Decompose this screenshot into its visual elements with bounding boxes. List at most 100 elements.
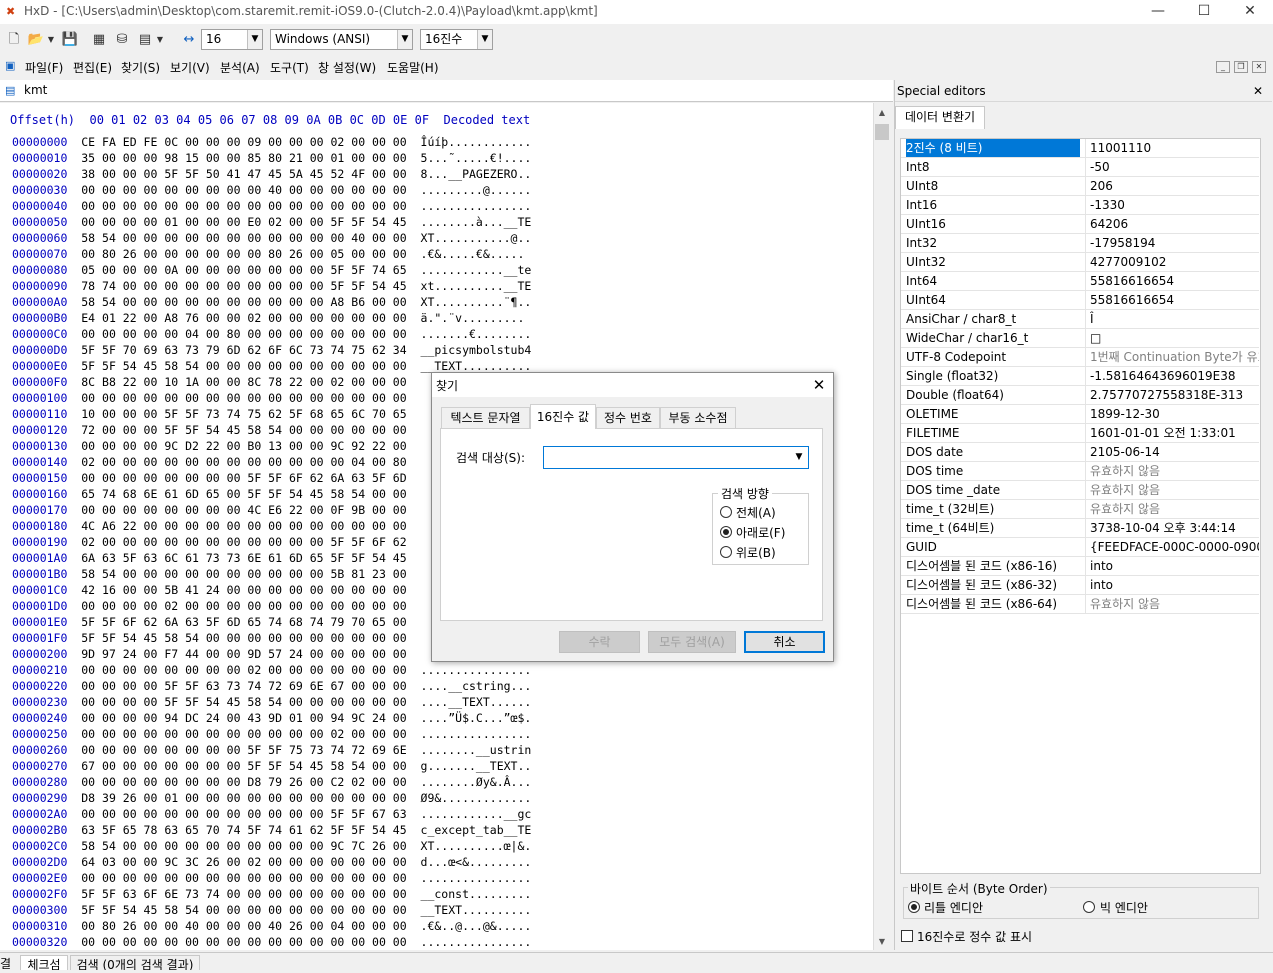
- hex-row-decoded[interactable]: .€&.....€&.....: [421, 247, 525, 261]
- menu-search[interactable]: 찾기(S): [121, 59, 160, 76]
- data-type-value[interactable]: -50: [1085, 158, 1259, 176]
- hex-row[interactable]: 000002A0 00 00 00 00 00 00 00 00 00 00 0…: [12, 806, 531, 822]
- hex-row[interactable]: 000002C0 58 54 00 00 00 00 00 00 00 00 0…: [12, 838, 531, 854]
- hex-row[interactable]: 000002F0 5F 5F 63 6F 6E 73 74 00 00 00 0…: [12, 886, 531, 902]
- open-disk-icon[interactable]: ⛁: [113, 31, 131, 49]
- hex-row-decoded[interactable]: ................: [421, 935, 532, 949]
- data-inspector-row[interactable]: FILETIME 1601-01-01 오전 1:33:01: [901, 424, 1259, 443]
- hex-row-bytes[interactable]: E4 01 22 00 A8 76 00 00 02 00 00 00 00 0…: [81, 311, 406, 325]
- hex-row[interactable]: 000000B0 E4 01 22 00 A8 76 00 00 02 00 0…: [12, 310, 524, 326]
- hex-row-bytes[interactable]: 00 80 26 00 00 40 00 00 00 40 26 00 04 0…: [81, 919, 406, 933]
- data-type-value[interactable]: 1601-01-01 오전 1:33:01: [1085, 424, 1259, 442]
- hex-row[interactable]: 00000260 00 00 00 00 00 00 00 00 5F 5F 7…: [12, 742, 531, 758]
- hex-row-bytes[interactable]: 00 00 00 00 9C D2 22 00 B0 13 00 00 9C 9…: [81, 439, 406, 453]
- data-type-value[interactable]: -17958194: [1085, 234, 1259, 252]
- data-inspector-row[interactable]: DOS date 2105-06-14: [901, 443, 1259, 462]
- hex-row-bytes[interactable]: 00 00 00 00 00 00 00 00 00 00 00 00 00 0…: [81, 391, 406, 405]
- hex-scrollbar-thumb[interactable]: [875, 124, 889, 140]
- menu-edit[interactable]: 편집(E): [73, 59, 112, 76]
- data-inspector-row[interactable]: time_t (32비트) 유효하지 않음: [901, 500, 1259, 519]
- hex-row-decoded[interactable]: ................: [421, 663, 532, 677]
- hex-row-decoded[interactable]: Ø9&.............: [421, 791, 532, 805]
- hex-row-bytes[interactable]: 00 00 00 00 00 00 00 00 02 00 00 00 00 0…: [81, 663, 406, 677]
- hex-row-bytes[interactable]: 5F 5F 54 45 58 54 00 00 00 00 00 00 00 0…: [81, 631, 406, 645]
- hex-row-decoded[interactable]: ........Øy&.Â...: [421, 775, 532, 789]
- hex-row-decoded[interactable]: ................: [421, 727, 532, 741]
- hex-row-decoded[interactable]: XT..........¨¶..: [421, 295, 532, 309]
- data-type-value[interactable]: 55816616654: [1085, 291, 1259, 309]
- hex-row[interactable]: 00000120 72 00 00 00 5F 5F 54 45 58 54 0…: [12, 422, 421, 438]
- hex-row-decoded[interactable]: xt..........__TE: [421, 279, 532, 293]
- hex-row[interactable]: 000002D0 64 03 00 00 9C 3C 26 00 02 00 0…: [12, 854, 531, 870]
- hex-row[interactable]: 000001E0 5F 5F 6F 62 6A 63 5F 6D 65 74 6…: [12, 614, 421, 630]
- hex-vertical-scrollbar[interactable]: [873, 103, 891, 950]
- data-type-value[interactable]: Î: [1085, 310, 1259, 328]
- tab-floating-point[interactable]: 부동 소수점: [660, 407, 736, 428]
- hex-row-bytes[interactable]: 00 00 00 00 00 00 00 00 D8 79 26 00 C2 0…: [81, 775, 406, 789]
- close-file-icon[interactable]: ▦: [90, 31, 108, 49]
- minimize-button[interactable]: —: [1135, 0, 1181, 24]
- hex-row[interactable]: 000001F0 5F 5F 54 45 58 54 00 00 00 00 0…: [12, 630, 421, 646]
- hex-row-bytes[interactable]: 4C A6 22 00 00 00 00 00 00 00 00 00 00 0…: [81, 519, 406, 533]
- hex-row-decoded[interactable]: XT...........@..: [421, 231, 532, 245]
- data-type-value[interactable]: 유효하지 않음: [1085, 481, 1259, 499]
- data-inspector-row[interactable]: Int8 -50: [901, 158, 1259, 177]
- hex-row-decoded[interactable]: g.......__TEXT..: [421, 759, 532, 773]
- hex-row-bytes[interactable]: 64 03 00 00 9C 3C 26 00 02 00 00 00 00 0…: [81, 855, 406, 869]
- hex-row-decoded[interactable]: ....__TEXT......: [421, 695, 532, 709]
- data-inspector-row[interactable]: Double (float64) 2.75770727558318E-313: [901, 386, 1259, 405]
- hex-row-bytes[interactable]: 00 00 00 00 94 DC 24 00 43 9D 01 00 94 9…: [81, 711, 406, 725]
- hex-row-decoded[interactable]: ....”Ü$.C...”œ$.: [421, 711, 532, 725]
- hex-row-bytes[interactable]: 6A 63 5F 63 6C 61 73 73 6E 61 6D 65 5F 5…: [81, 551, 406, 565]
- hex-row-bytes[interactable]: 00 80 26 00 00 00 00 00 00 80 26 00 05 0…: [81, 247, 406, 261]
- mdi-minimize-button[interactable]: _: [1216, 61, 1230, 73]
- data-inspector-row[interactable]: AnsiChar / char8_t Î: [901, 310, 1259, 329]
- hex-row[interactable]: 00000060 58 54 00 00 00 00 00 00 00 00 0…: [12, 230, 531, 246]
- hex-row-bytes[interactable]: 00 00 00 00 00 00 00 00 5F 5F 75 73 74 7…: [81, 743, 406, 757]
- data-type-value[interactable]: □: [1085, 329, 1259, 347]
- hex-row-decoded[interactable]: ....__cstring...: [421, 679, 532, 693]
- hex-row[interactable]: 00000150 00 00 00 00 00 00 00 00 5F 5F 6…: [12, 470, 421, 486]
- data-type-value[interactable]: 유효하지 않음: [1085, 500, 1259, 518]
- hex-row[interactable]: 00000300 5F 5F 54 45 58 54 00 00 00 00 0…: [12, 902, 531, 918]
- hex-row-bytes[interactable]: 58 54 00 00 00 00 00 00 00 00 00 00 00 4…: [81, 231, 406, 245]
- hex-row-decoded[interactable]: __const.........: [421, 887, 532, 901]
- data-type-value[interactable]: 2105-06-14: [1085, 443, 1259, 461]
- little-endian-radio[interactable]: [908, 901, 920, 913]
- document-tab-kmt[interactable]: ▤ kmt: [2, 81, 52, 102]
- menu-tools[interactable]: 도구(T): [270, 59, 309, 76]
- hex-row-bytes[interactable]: 5F 5F 63 6F 6E 73 74 00 00 00 00 00 00 0…: [81, 887, 406, 901]
- ram-dropdown-icon[interactable]: ▼: [155, 31, 165, 49]
- hex-row[interactable]: 00000310 00 80 26 00 00 40 00 00 00 40 2…: [12, 918, 531, 934]
- hex-row[interactable]: 00000320 00 00 00 00 00 00 00 00 00 00 0…: [12, 934, 531, 950]
- hex-row-bytes[interactable]: 58 54 00 00 00 00 00 00 00 00 00 00 A8 B…: [81, 295, 406, 309]
- direction-down-radio[interactable]: [720, 526, 732, 538]
- data-type-value[interactable]: 유효하지 않음: [1085, 462, 1259, 480]
- direction-all-radio[interactable]: [720, 506, 732, 518]
- hex-row-bytes[interactable]: 35 00 00 00 98 15 00 00 85 80 21 00 01 0…: [81, 151, 406, 165]
- hex-row[interactable]: 00000020 38 00 00 00 5F 5F 50 41 47 45 5…: [12, 166, 531, 182]
- hex-row-bytes[interactable]: 05 00 00 00 0A 00 00 00 00 00 00 00 5F 5…: [81, 263, 406, 277]
- hex-row[interactable]: 000001C0 42 16 00 00 5B 41 24 00 00 00 0…: [12, 582, 421, 598]
- menu-window[interactable]: 창 설정(W): [318, 59, 376, 76]
- hex-row-decoded[interactable]: ä.".¨v.........: [421, 311, 525, 325]
- hex-row[interactable]: 00000220 00 00 00 00 5F 5F 63 73 74 72 6…: [12, 678, 531, 694]
- hex-row[interactable]: 00000100 00 00 00 00 00 00 00 00 00 00 0…: [12, 390, 421, 406]
- hex-row[interactable]: 000000F0 8C B8 22 00 10 1A 00 00 8C 78 2…: [12, 374, 421, 390]
- hex-row-bytes[interactable]: 00 00 00 00 00 00 00 00 00 00 00 00 5F 5…: [81, 807, 406, 821]
- tab-text-string[interactable]: 텍스트 문자열: [441, 407, 530, 428]
- hex-row[interactable]: 00000040 00 00 00 00 00 00 00 00 00 00 0…: [12, 198, 531, 214]
- hex-row-bytes[interactable]: 42 16 00 00 5B 41 24 00 00 00 00 00 00 0…: [81, 583, 406, 597]
- hex-row-bytes[interactable]: 5F 5F 6F 62 6A 63 5F 6D 65 74 68 74 79 7…: [81, 615, 406, 629]
- hex-row-bytes[interactable]: 78 74 00 00 00 00 00 00 00 00 00 00 5F 5…: [81, 279, 406, 293]
- hex-row-decoded[interactable]: d...œ<&.........: [421, 855, 532, 869]
- hex-row-decoded[interactable]: ................: [421, 199, 532, 213]
- hex-row-decoded[interactable]: 8...__PAGEZERO..: [421, 167, 532, 181]
- hex-row-bytes[interactable]: 00 00 00 00 5F 5F 63 73 74 72 69 6E 67 0…: [81, 679, 406, 693]
- save-icon[interactable]: 💾: [61, 31, 79, 49]
- hex-row[interactable]: 00000270 67 00 00 00 00 00 00 00 5F 5F 5…: [12, 758, 531, 774]
- hex-row[interactable]: 000001D0 00 00 00 00 02 00 00 00 00 00 0…: [12, 598, 421, 614]
- data-type-value[interactable]: 1번째 Continuation Byte가 유효하지 않음: [1085, 348, 1259, 366]
- hex-row-bytes[interactable]: 58 54 00 00 00 00 00 00 00 00 00 00 5B 8…: [81, 567, 406, 581]
- maximize-button[interactable]: ☐: [1181, 0, 1227, 24]
